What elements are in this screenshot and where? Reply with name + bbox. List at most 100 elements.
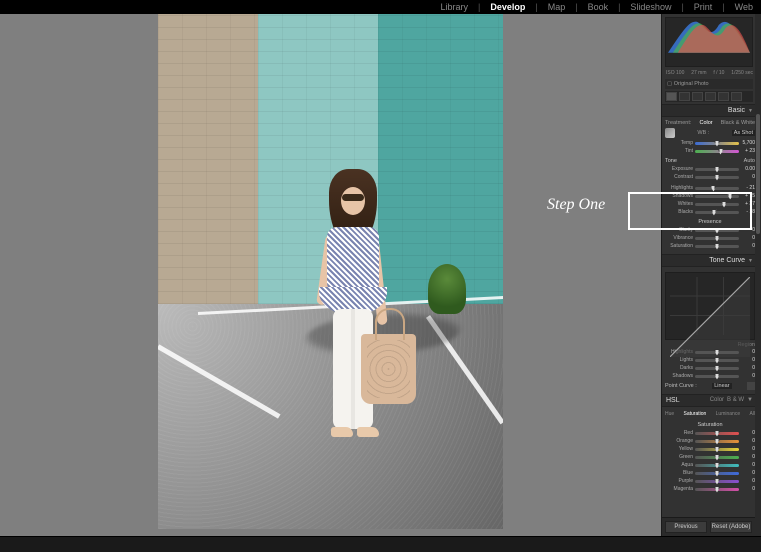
- tint-value[interactable]: + 23: [741, 148, 755, 154]
- treatment-bw[interactable]: Black & White: [721, 120, 755, 126]
- slider-thumb[interactable]: [715, 470, 720, 477]
- saturation-value[interactable]: 0: [741, 243, 755, 249]
- vibrance-value[interactable]: 0: [741, 235, 755, 241]
- treatment-color[interactable]: Color: [700, 120, 713, 126]
- temp-slider[interactable]: Temp 5,700: [665, 139, 755, 147]
- blacks-value[interactable]: - 18: [741, 209, 755, 215]
- hsl-green-slider[interactable]: Green 0: [665, 453, 755, 461]
- histogram[interactable]: [665, 17, 753, 67]
- hsl-purple-value[interactable]: 0: [741, 478, 755, 484]
- tc-shadows-slider[interactable]: Shadows 0: [665, 372, 755, 380]
- clarity-slider[interactable]: Clarity 0: [665, 226, 755, 234]
- nav-map[interactable]: Map: [548, 2, 566, 12]
- tone-curve-graph[interactable]: [665, 272, 755, 340]
- highlights-slider[interactable]: Highlights - 21: [665, 184, 755, 192]
- tc-lights-slider[interactable]: Lights 0: [665, 356, 755, 364]
- basic-header[interactable]: Basic ▼: [662, 104, 761, 117]
- slider-thumb[interactable]: [715, 235, 720, 242]
- original-photo-toggle[interactable]: ▢ Original Photo: [665, 79, 753, 89]
- nav-library[interactable]: Library: [440, 2, 468, 12]
- blacks-slider[interactable]: Blacks - 18: [665, 208, 755, 216]
- filmstrip[interactable]: [0, 536, 761, 552]
- wb-picker-icon[interactable]: [665, 128, 675, 138]
- contrast-value[interactable]: 0: [741, 174, 755, 180]
- tc-shadows-value[interactable]: 0: [741, 373, 755, 379]
- whites-slider[interactable]: Whites + 37: [665, 200, 755, 208]
- slider-thumb[interactable]: [715, 373, 720, 380]
- crop-tool-icon[interactable]: [666, 92, 677, 101]
- contrast-slider[interactable]: Contrast 0: [665, 173, 755, 181]
- tc-darks-slider[interactable]: Darks 0: [665, 364, 755, 372]
- edit-point-curve-icon[interactable]: [747, 382, 755, 390]
- slider-thumb[interactable]: [718, 148, 723, 155]
- nav-web[interactable]: Web: [735, 2, 753, 12]
- slider-thumb[interactable]: [711, 185, 716, 192]
- hsl-blue-slider[interactable]: Blue 0: [665, 469, 755, 477]
- hsl-purple-slider[interactable]: Purple 0: [665, 477, 755, 485]
- nav-develop[interactable]: Develop: [490, 2, 525, 12]
- hsl-yellow-value[interactable]: 0: [741, 446, 755, 452]
- image-canvas[interactable]: [0, 14, 661, 536]
- hsl-sub-hue[interactable]: Hue: [665, 411, 674, 417]
- photo-preview[interactable]: [158, 14, 503, 529]
- slider-thumb[interactable]: [715, 438, 720, 445]
- hsl-aqua-slider[interactable]: Aqua 0: [665, 461, 755, 469]
- redeye-tool-icon[interactable]: [692, 92, 703, 101]
- tint-slider[interactable]: Tint + 23: [665, 147, 755, 155]
- hsl-header[interactable]: HSL Color B & W ▼: [662, 394, 761, 407]
- exposure-slider[interactable]: Exposure 0.00: [665, 165, 755, 173]
- hsl-orange-value[interactable]: 0: [741, 438, 755, 444]
- hsl-red-value[interactable]: 0: [741, 430, 755, 436]
- saturation-slider[interactable]: Saturation 0: [665, 242, 755, 250]
- tonecurve-header[interactable]: Tone Curve ▼: [662, 254, 761, 267]
- slider-thumb[interactable]: [715, 174, 720, 181]
- hsl-tab-bw[interactable]: B & W: [727, 397, 744, 404]
- slider-thumb[interactable]: [715, 446, 720, 453]
- temp-value[interactable]: 5,700: [741, 140, 755, 146]
- gradient-tool-icon[interactable]: [705, 92, 716, 101]
- exposure-value[interactable]: 0.00: [741, 166, 755, 172]
- slider-thumb[interactable]: [715, 462, 720, 469]
- slider-thumb[interactable]: [715, 430, 720, 437]
- slider-thumb[interactable]: [715, 454, 720, 461]
- hsl-tab-color[interactable]: Color: [710, 397, 724, 404]
- hsl-yellow-slider[interactable]: Yellow 0: [665, 445, 755, 453]
- reset-button[interactable]: Reset (Adobe): [710, 521, 752, 533]
- slider-thumb[interactable]: [715, 166, 720, 173]
- shadows-slider[interactable]: Shadows + 75: [665, 192, 755, 200]
- slider-thumb[interactable]: [728, 193, 733, 200]
- slider-thumb[interactable]: [715, 227, 720, 234]
- panel-scrollbar-thumb[interactable]: [756, 114, 760, 234]
- hsl-magenta-slider[interactable]: Magenta 0: [665, 485, 755, 493]
- slider-thumb[interactable]: [715, 243, 720, 250]
- hsl-green-value[interactable]: 0: [741, 454, 755, 460]
- nav-book[interactable]: Book: [588, 2, 609, 12]
- nav-slideshow[interactable]: Slideshow: [630, 2, 671, 12]
- wb-select[interactable]: As Shot: [732, 130, 755, 136]
- vibrance-slider[interactable]: Vibrance 0: [665, 234, 755, 242]
- clarity-value[interactable]: 0: [741, 227, 755, 233]
- whites-value[interactable]: + 37: [741, 201, 755, 207]
- tc-lights-value[interactable]: 0: [741, 357, 755, 363]
- previous-button[interactable]: Previous: [665, 521, 707, 533]
- slider-thumb[interactable]: [715, 365, 720, 372]
- nav-print[interactable]: Print: [694, 2, 713, 12]
- auto-tone-button[interactable]: Auto: [744, 158, 755, 164]
- slider-thumb[interactable]: [715, 140, 720, 147]
- hsl-blue-value[interactable]: 0: [741, 470, 755, 476]
- point-curve-select[interactable]: Linear: [712, 383, 731, 389]
- shadows-value[interactable]: + 75: [741, 193, 755, 199]
- hsl-red-slider[interactable]: Red 0: [665, 429, 755, 437]
- radial-tool-icon[interactable]: [718, 92, 729, 101]
- hsl-sub-lum[interactable]: Luminance: [716, 411, 740, 417]
- slider-thumb[interactable]: [715, 478, 720, 485]
- hsl-sub-sat[interactable]: Saturation: [684, 411, 707, 417]
- highlights-value[interactable]: - 21: [741, 185, 755, 191]
- slider-thumb[interactable]: [711, 209, 716, 216]
- panel-scrollbar-track[interactable]: [755, 14, 761, 536]
- slider-thumb[interactable]: [715, 486, 720, 493]
- brush-tool-icon[interactable]: [731, 92, 742, 101]
- spot-tool-icon[interactable]: [679, 92, 690, 101]
- slider-thumb[interactable]: [715, 357, 720, 364]
- hsl-magenta-value[interactable]: 0: [741, 486, 755, 492]
